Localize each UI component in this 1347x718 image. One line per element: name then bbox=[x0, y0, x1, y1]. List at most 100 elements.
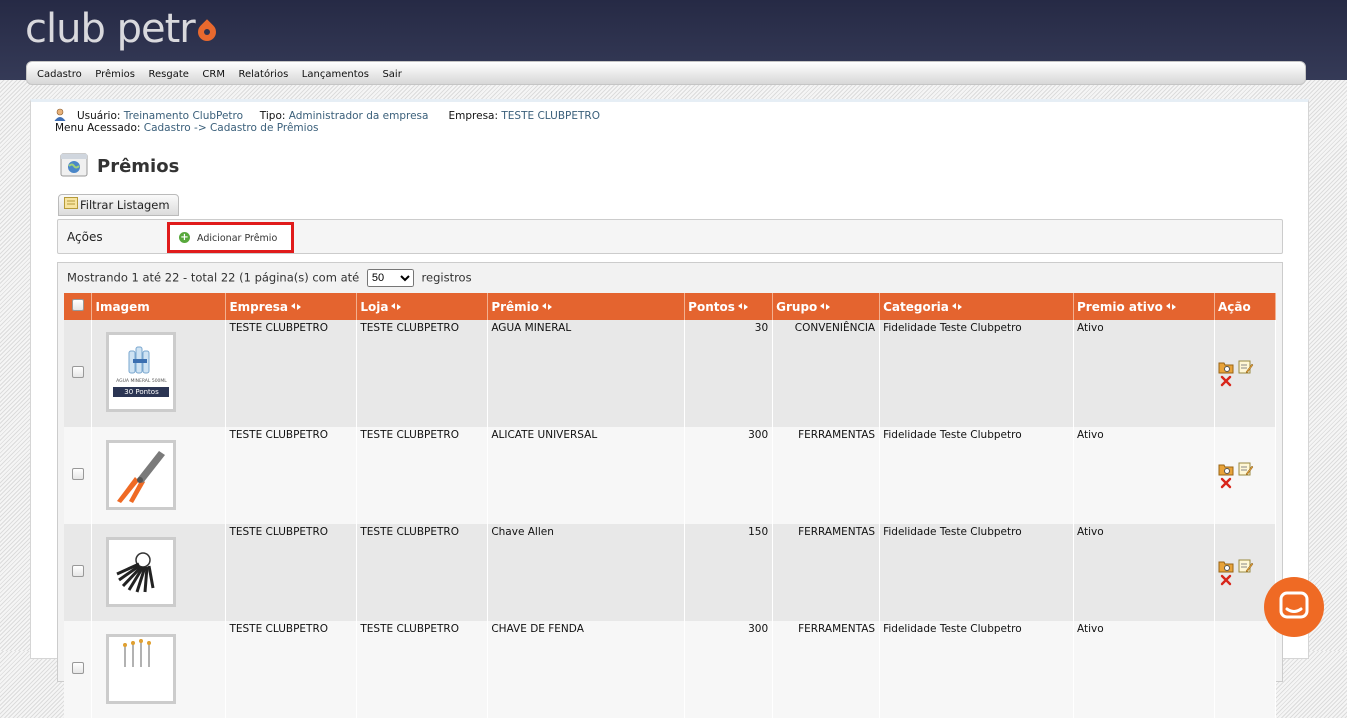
cell-actions bbox=[1214, 320, 1277, 427]
chat-launcher-button[interactable] bbox=[1264, 577, 1324, 637]
menu-item-resgate[interactable]: Resgate bbox=[143, 62, 193, 88]
menu-item-relatorios[interactable]: Relatórios bbox=[233, 62, 293, 88]
row-select-cell bbox=[64, 621, 93, 718]
filter-icon bbox=[64, 197, 78, 209]
menu-item-sair[interactable]: Sair bbox=[377, 62, 406, 88]
sort-icon bbox=[1165, 302, 1176, 310]
table-row: AGUA MINERAL 500ML 30 Pontos TESTE CLUBP… bbox=[64, 320, 1277, 427]
row-checkbox[interactable] bbox=[71, 565, 84, 577]
image-cell bbox=[91, 621, 227, 718]
allen-keys-image bbox=[116, 552, 155, 593]
cell-empresa: TESTE CLUBPETRO bbox=[225, 524, 358, 621]
sort-icon bbox=[951, 302, 962, 310]
cell-premio: AGUA MINERAL bbox=[487, 320, 686, 427]
actions-bar: Ações + Adicionar Prêmio bbox=[57, 219, 1283, 254]
edit-icon[interactable] bbox=[1238, 462, 1254, 476]
header-empresa[interactable]: Empresa bbox=[225, 293, 358, 320]
delete-icon[interactable] bbox=[1218, 374, 1234, 388]
club-petro-logo[interactable]: club petr bbox=[25, 6, 220, 52]
header-acao-label: Ação bbox=[1217, 299, 1251, 314]
cell-loja: TESTE CLUBPETRO bbox=[356, 621, 489, 718]
filter-listing-button[interactable]: Filtrar Listagem bbox=[58, 194, 179, 216]
row-select-cell bbox=[64, 320, 93, 427]
sort-icon bbox=[542, 302, 553, 310]
table-header-row: Imagem Empresa Loja Prêmio Pontos Grupo … bbox=[64, 293, 1277, 320]
header-acao: Ação bbox=[1214, 293, 1277, 320]
header-grupo[interactable]: Grupo bbox=[772, 293, 881, 320]
folder-view-icon[interactable] bbox=[1218, 360, 1234, 374]
cell-ativo: Ativo bbox=[1073, 427, 1215, 524]
sort-icon bbox=[737, 302, 748, 310]
cell-grupo: FERRAMENTAS bbox=[772, 427, 881, 524]
thumb-points-badge: 30 Pontos bbox=[113, 387, 170, 397]
sort-icon bbox=[291, 302, 302, 310]
header-categoria-label: Categoria bbox=[883, 299, 949, 314]
prize-thumbnail-pliers[interactable] bbox=[106, 440, 177, 510]
sort-icon bbox=[391, 302, 402, 310]
prize-thumbnail-water[interactable]: AGUA MINERAL 500ML 30 Pontos bbox=[106, 332, 177, 412]
image-cell: AGUA MINERAL 500ML 30 Pontos bbox=[91, 320, 227, 427]
cell-pontos: 150 bbox=[684, 524, 774, 621]
tipo-value: Administrador da empresa bbox=[288, 110, 429, 122]
row-select-cell bbox=[64, 524, 93, 621]
edit-icon[interactable] bbox=[1238, 559, 1254, 573]
page-title: Prêmios bbox=[97, 156, 180, 177]
folder-view-icon[interactable] bbox=[1218, 462, 1234, 476]
row-checkbox[interactable] bbox=[71, 468, 84, 480]
cell-ativo: Ativo bbox=[1073, 621, 1215, 718]
cell-empresa: TESTE CLUBPETRO bbox=[225, 427, 358, 524]
header-pontos[interactable]: Pontos bbox=[684, 293, 774, 320]
prize-thumbnail-allen-key[interactable] bbox=[106, 537, 177, 607]
header-categoria[interactable]: Categoria bbox=[879, 293, 1074, 320]
row-checkbox[interactable] bbox=[71, 662, 84, 674]
actions-label: Ações bbox=[67, 230, 103, 244]
menu-item-lancamentos[interactable]: Lançamentos bbox=[297, 62, 374, 88]
cell-pontos: 300 bbox=[684, 427, 774, 524]
cell-empresa: TESTE CLUBPETRO bbox=[225, 621, 358, 718]
image-cell bbox=[91, 427, 227, 524]
sort-icon bbox=[820, 302, 831, 310]
add-prize-button[interactable]: + Adicionar Prêmio bbox=[167, 222, 294, 253]
folder-view-icon[interactable] bbox=[1218, 559, 1234, 573]
select-all-header bbox=[64, 293, 93, 320]
delete-icon[interactable] bbox=[1218, 573, 1234, 587]
menu-item-premios[interactable]: Prêmios bbox=[90, 62, 140, 88]
user-icon bbox=[54, 108, 66, 121]
usuario-label: Usuário: bbox=[77, 110, 121, 122]
page-size-select[interactable]: 50 bbox=[366, 269, 414, 287]
menu-acessado-label: Menu Acessado: bbox=[55, 122, 141, 134]
cell-categoria: Fidelidade Teste Clubpetro bbox=[879, 621, 1074, 718]
header-loja[interactable]: Loja bbox=[356, 293, 489, 320]
prize-thumbnail-screwdriver[interactable] bbox=[106, 634, 177, 704]
row-checkbox[interactable] bbox=[71, 366, 84, 378]
empresa-label: Empresa: bbox=[448, 110, 499, 122]
cell-categoria: Fidelidade Teste Clubpetro bbox=[879, 524, 1074, 621]
cell-actions bbox=[1214, 427, 1277, 524]
cell-categoria: Fidelidade Teste Clubpetro bbox=[879, 427, 1074, 524]
header-loja-label: Loja bbox=[360, 299, 389, 314]
menu-item-cadastro[interactable]: Cadastro bbox=[32, 62, 87, 88]
select-all-checkbox[interactable] bbox=[71, 299, 84, 311]
cell-pontos: 300 bbox=[684, 621, 774, 718]
water-bottles-image bbox=[128, 346, 150, 374]
row-select-cell bbox=[64, 427, 93, 524]
user-info: Usuário: Treinamento ClubPetro Tipo: Adm… bbox=[54, 108, 600, 134]
cell-grupo: CONVENIÊNCIA bbox=[772, 320, 881, 427]
edit-icon[interactable] bbox=[1238, 360, 1254, 374]
listing-info: Mostrando 1 até 22 - total 22 (1 página(… bbox=[67, 269, 472, 287]
screwdrivers-image bbox=[123, 639, 152, 667]
cell-ativo: Ativo bbox=[1073, 524, 1215, 621]
delete-icon[interactable] bbox=[1218, 476, 1234, 490]
cell-categoria: Fidelidade Teste Clubpetro bbox=[879, 320, 1074, 427]
menu-item-crm[interactable]: CRM bbox=[197, 62, 230, 88]
header-premio[interactable]: Prêmio bbox=[487, 293, 686, 320]
cell-loja: TESTE CLUBPETRO bbox=[356, 320, 489, 427]
content-panel: Usuário: Treinamento ClubPetro Tipo: Adm… bbox=[30, 99, 1309, 718]
header-premio-ativo[interactable]: Premio ativo bbox=[1073, 293, 1215, 320]
cell-pontos: 30 bbox=[684, 320, 774, 427]
header-premio-label: Prêmio bbox=[491, 299, 540, 314]
header-grupo-label: Grupo bbox=[776, 299, 818, 314]
header-pontos-label: Pontos bbox=[688, 299, 735, 314]
cell-premio: Chave Allen bbox=[487, 524, 686, 621]
cell-loja: TESTE CLUBPETRO bbox=[356, 427, 489, 524]
